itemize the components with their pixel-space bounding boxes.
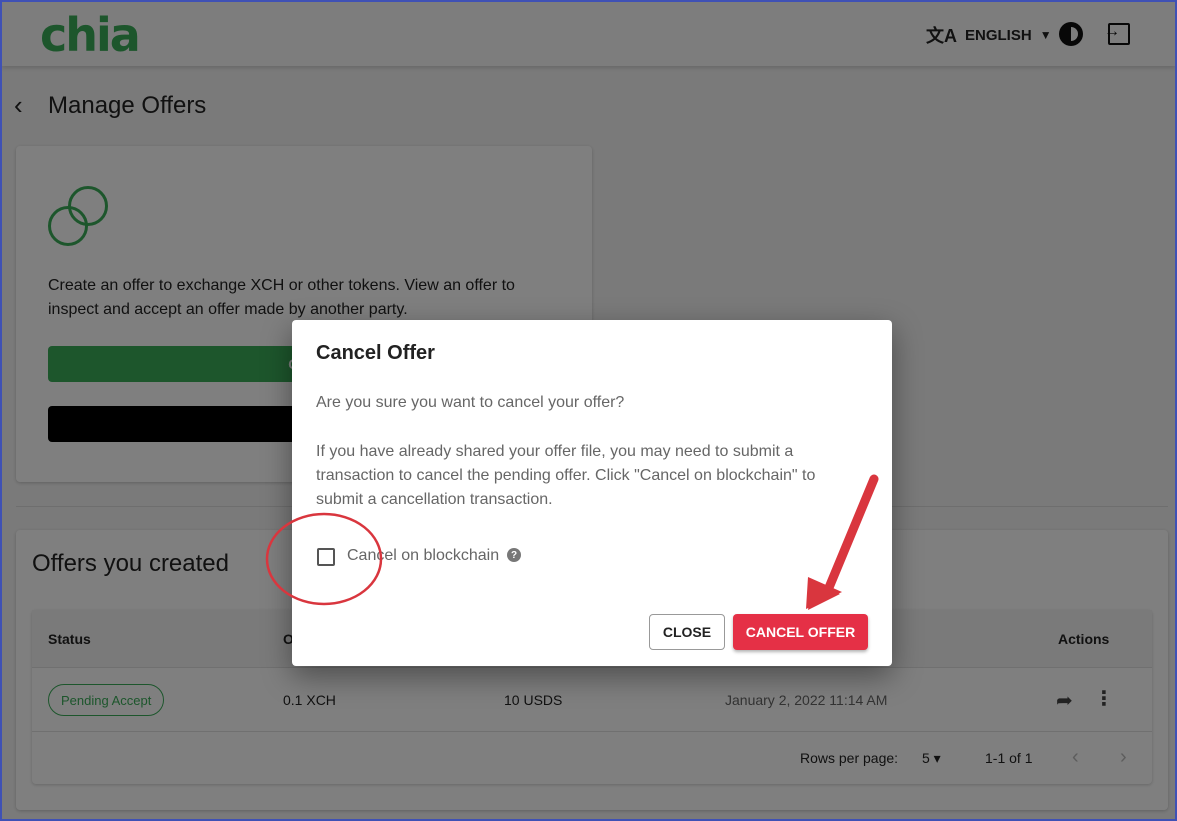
dialog-info: If you have already shared your offer fi…: [316, 443, 816, 508]
dialog-question: Are you sure you want to cancel your off…: [316, 394, 625, 411]
cancel-offer-dialog: Cancel Offer Are you sure you want to ca…: [292, 320, 892, 666]
cancel-on-blockchain-label[interactable]: Cancel on blockchain: [347, 547, 499, 565]
cancel-on-blockchain-checkbox[interactable]: [317, 548, 335, 566]
help-icon[interactable]: ?: [507, 548, 521, 562]
app-window: chia 文A ENGLISH ▼ ‹ Manage Offers Create…: [0, 0, 1177, 821]
dialog-title: Cancel Offer: [316, 342, 435, 364]
cancel-offer-button[interactable]: CANCEL OFFER: [733, 614, 868, 650]
close-button[interactable]: CLOSE: [649, 614, 725, 650]
